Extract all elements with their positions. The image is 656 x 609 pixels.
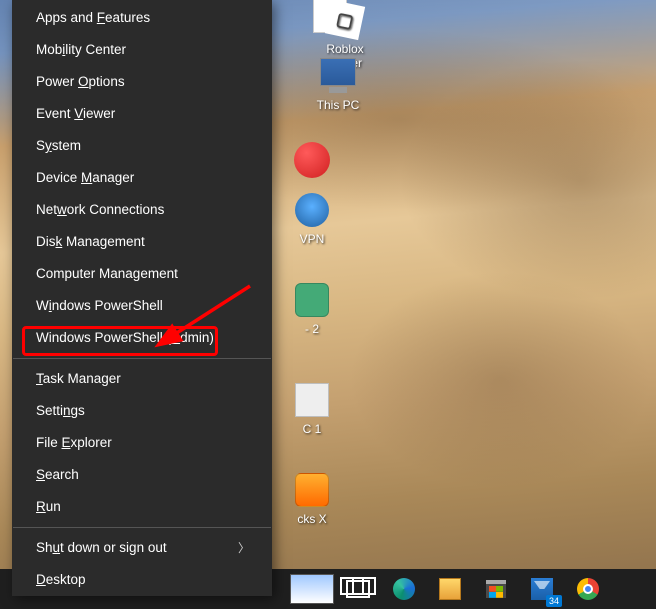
taskbar-mail[interactable]: 34 bbox=[520, 569, 564, 609]
menu-shutdown-signout[interactable]: Shut down or sign out 〉 bbox=[12, 532, 272, 564]
vpn-icon bbox=[295, 193, 329, 227]
menu-search[interactable]: Search bbox=[12, 459, 272, 491]
desktop-icon-label: This PC bbox=[300, 98, 376, 112]
desktop-icon-2[interactable]: - 2 bbox=[274, 280, 350, 336]
roblox-icon: ▢ bbox=[325, 0, 365, 40]
mail-badge: 34 bbox=[546, 595, 562, 607]
menu-separator bbox=[13, 358, 271, 359]
menu-file-explorer[interactable]: File Explorer bbox=[12, 427, 272, 459]
chevron-right-icon: 〉 bbox=[238, 540, 250, 556]
desktop-icon-label: cks X bbox=[274, 512, 350, 526]
red-circle-icon bbox=[294, 142, 330, 178]
menu-run[interactable]: Run bbox=[12, 491, 272, 523]
menu-windows-powershell-admin[interactable]: Windows PowerShell (Admin) bbox=[12, 322, 272, 354]
desktop-icon-vpn[interactable]: VPN bbox=[274, 190, 350, 246]
task-view-icon bbox=[346, 580, 370, 598]
pc-icon bbox=[320, 58, 356, 86]
menu-mobility-center[interactable]: Mobility Center bbox=[12, 34, 272, 66]
taskbar-ms-store[interactable] bbox=[474, 569, 518, 609]
desktop-icon-label: VPN bbox=[274, 232, 350, 246]
chrome-icon bbox=[577, 578, 599, 600]
desktop-icon-x[interactable]: cks X bbox=[274, 470, 350, 526]
menu-device-manager[interactable]: Device Manager bbox=[12, 162, 272, 194]
menu-power-options[interactable]: Power Options bbox=[12, 66, 272, 98]
menu-settings[interactable]: Settings bbox=[12, 395, 272, 427]
desktop-icon-label: - 2 bbox=[274, 322, 350, 336]
winx-context-menu: Apps and Features Mobility Center Power … bbox=[12, 0, 272, 596]
desktop-icon-label: C 1 bbox=[274, 422, 350, 436]
menu-separator bbox=[13, 527, 271, 528]
desktop-icon-thispc[interactable]: This PC bbox=[300, 50, 376, 112]
menu-system[interactable]: System bbox=[12, 130, 272, 162]
menu-desktop[interactable]: Desktop bbox=[12, 564, 272, 596]
taskbar-file-explorer[interactable] bbox=[428, 569, 472, 609]
folder-icon bbox=[439, 578, 461, 600]
edge-icon bbox=[393, 578, 415, 600]
app-icon bbox=[295, 383, 329, 417]
desktop-icon-red[interactable] bbox=[274, 140, 350, 182]
app-icon bbox=[295, 283, 329, 317]
menu-task-manager[interactable]: Task Manager bbox=[12, 363, 272, 395]
store-icon bbox=[486, 580, 506, 598]
menu-event-viewer[interactable]: Event Viewer bbox=[12, 98, 272, 130]
taskbar-edge[interactable] bbox=[382, 569, 426, 609]
menu-windows-powershell[interactable]: Windows PowerShell bbox=[12, 290, 272, 322]
window-thumbnail-icon bbox=[290, 574, 334, 604]
menu-apps-and-features[interactable]: Apps and Features bbox=[12, 2, 272, 34]
app-icon bbox=[295, 473, 329, 507]
menu-network-connections[interactable]: Network Connections bbox=[12, 194, 272, 226]
taskbar-chrome[interactable] bbox=[566, 569, 610, 609]
menu-computer-management[interactable]: Computer Management bbox=[12, 258, 272, 290]
taskbar-task-view[interactable] bbox=[336, 569, 380, 609]
desktop-icon-c1[interactable]: C 1 bbox=[274, 380, 350, 436]
taskbar-thumbnail[interactable] bbox=[290, 569, 334, 609]
menu-disk-management[interactable]: Disk Management bbox=[12, 226, 272, 258]
